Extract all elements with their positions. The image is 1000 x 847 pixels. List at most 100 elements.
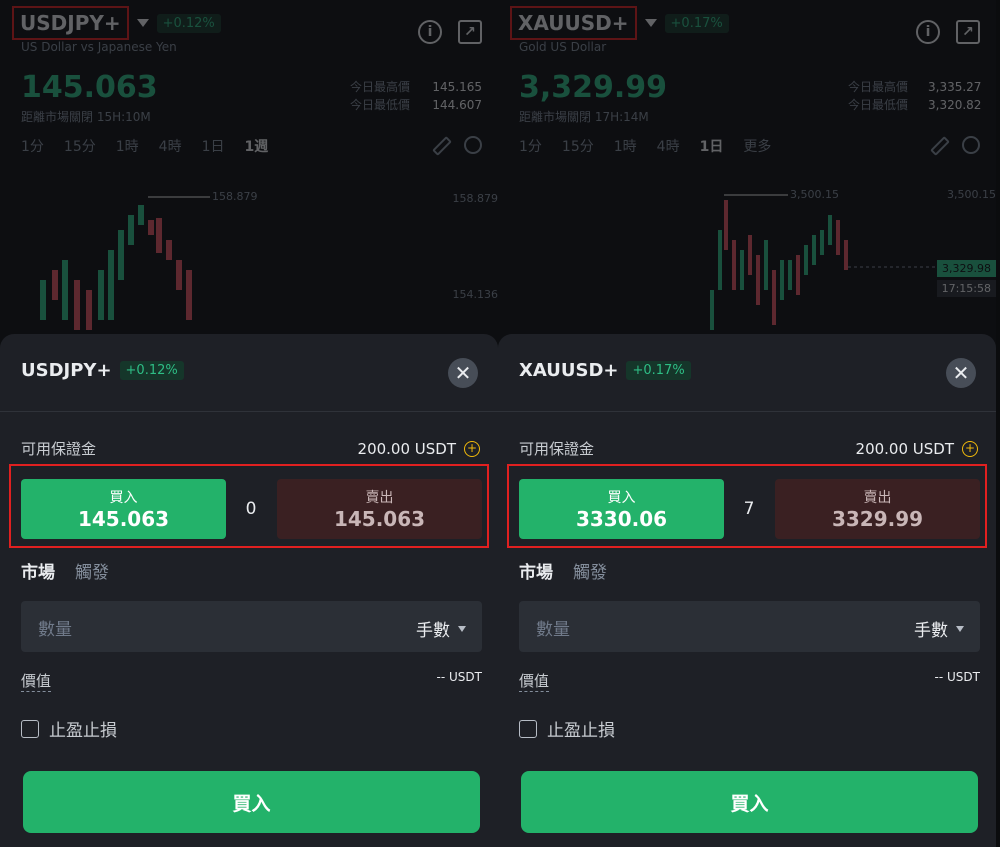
info-icon[interactable]: i: [916, 20, 940, 44]
tab-1h[interactable]: 1時: [614, 136, 637, 156]
unit-selector[interactable]: 手數: [914, 616, 964, 641]
value-amount: -- USDT: [436, 670, 482, 684]
last-price: 145.063: [21, 70, 158, 105]
gear-icon[interactable]: [464, 136, 482, 154]
close-button[interactable]: ✕: [448, 358, 478, 388]
tp-sl-label: 止盈止損: [49, 721, 117, 741]
tp-sl-option[interactable]: 止盈止損: [21, 716, 117, 741]
external-link-icon[interactable]: ↗: [458, 20, 482, 44]
margin-label: 可用保證金: [21, 440, 97, 458]
tab-market[interactable]: 市場: [21, 558, 55, 583]
chevron-down-icon[interactable]: [644, 19, 657, 27]
sell-price-button[interactable]: 賣出 3329.99: [775, 479, 980, 539]
low-label: 今日最低價: [847, 98, 908, 112]
day-high-low: 今日最高價 3,335.27 今日最低價 3,320.82: [847, 78, 981, 114]
candle: [74, 280, 80, 330]
value-row: 價值 -- USDT: [21, 670, 482, 692]
close-button[interactable]: ✕: [946, 358, 976, 388]
chart-svg: [40, 196, 210, 330]
tab-1m[interactable]: 1分: [21, 136, 44, 156]
tab-1m[interactable]: 1分: [519, 136, 542, 156]
tab-trigger[interactable]: 觸發: [75, 558, 109, 583]
y-axis-mid: 154.136: [452, 288, 499, 301]
tab-15m[interactable]: 15分: [64, 136, 96, 156]
order-sheet: XAUUSD+ +0.17% ✕ 可用保證金 200.00 USDT + 買入 …: [498, 334, 996, 847]
candle: [86, 290, 92, 330]
symbol-highlight-box[interactable]: USDJPY+: [12, 6, 129, 40]
available-margin: 可用保證金 200.00 USDT +: [21, 438, 480, 459]
change-badge: +0.12%: [156, 13, 221, 33]
value-label: 價值: [21, 672, 52, 692]
submit-buy-button[interactable]: 買入: [521, 771, 978, 833]
candlestick-chart: 3,500.15 3,500.15 3,329.98 17:15:58: [498, 160, 996, 340]
tp-sl-option[interactable]: 止盈止損: [519, 716, 615, 741]
market-close-info: 距離市場關閉 17H:14M: [519, 110, 649, 124]
chevron-down-icon[interactable]: [136, 19, 149, 27]
external-link-icon[interactable]: ↗: [956, 20, 980, 44]
plus-icon[interactable]: +: [962, 440, 978, 457]
y-axis-top: 3,500.15: [947, 188, 996, 201]
high-label: 今日最高價: [847, 80, 908, 94]
header-actions: i ↗: [418, 20, 482, 44]
tab-1d[interactable]: 1日: [202, 136, 225, 156]
sell-price-button[interactable]: 賣出 145.063: [277, 479, 482, 539]
pencil-icon[interactable]: [432, 136, 452, 156]
symbol-subtitle: Gold US Dollar: [519, 40, 607, 54]
sell-price: 145.063: [333, 507, 426, 531]
order-type-tabs: 市場 觸發: [519, 558, 607, 583]
candle: [52, 270, 58, 300]
buy-price-button[interactable]: 買入 3330.06: [519, 479, 724, 539]
candle: [718, 230, 722, 290]
tab-more[interactable]: 更多: [743, 136, 771, 156]
spread-value: 7: [743, 499, 755, 519]
value-label: 價值: [519, 672, 550, 692]
gear-icon[interactable]: [962, 136, 980, 154]
candle: [812, 235, 816, 265]
tab-4h[interactable]: 4時: [159, 136, 182, 156]
candle: [748, 235, 752, 275]
margin-label: 可用保證金: [519, 440, 595, 458]
checkbox-icon[interactable]: [21, 719, 39, 738]
tab-1d[interactable]: 1日: [700, 136, 724, 156]
chart-tools: [432, 136, 482, 156]
candle: [796, 255, 800, 295]
candle: [62, 260, 68, 320]
tab-market[interactable]: 市場: [519, 558, 553, 583]
sell-label: 賣出: [365, 490, 394, 506]
chart-svg: [710, 194, 938, 330]
tab-1w[interactable]: 1週: [245, 136, 269, 156]
plus-icon[interactable]: +: [464, 440, 480, 457]
candle: [820, 230, 824, 255]
info-icon[interactable]: i: [418, 20, 442, 44]
buy-price-button[interactable]: 買入 145.063: [21, 479, 226, 539]
submit-buy-button[interactable]: 買入: [23, 771, 480, 833]
margin-value: 200.00 USDT: [855, 439, 954, 458]
candle: [148, 220, 154, 235]
tp-sl-label: 止盈止損: [547, 721, 615, 741]
quantity-input[interactable]: 數量 手數: [519, 601, 980, 652]
timeframe-tabs: 1分 15分 1時 4時 1日 1週: [21, 136, 268, 156]
tab-4h[interactable]: 4時: [657, 136, 680, 156]
quantity-placeholder: 數量: [38, 620, 72, 640]
candle: [118, 230, 124, 280]
checkbox-icon[interactable]: [519, 719, 537, 738]
quantity-input[interactable]: 數量 手數: [21, 601, 482, 652]
candle: [804, 245, 808, 275]
chevron-down-icon: [956, 625, 964, 632]
tab-trigger[interactable]: 觸發: [573, 558, 607, 583]
pencil-icon[interactable]: [930, 136, 950, 156]
market-close-info: 距離市場關閉 15H:10M: [21, 110, 151, 124]
value-amount: -- USDT: [934, 670, 980, 684]
candle: [40, 280, 46, 320]
high-value: 145.165: [432, 80, 482, 94]
symbol-header: XAUUSD+ +0.17%: [510, 6, 729, 40]
tab-15m[interactable]: 15分: [562, 136, 594, 156]
comparison-view: USDJPY+ +0.12% US Dollar vs Japanese Yen…: [0, 0, 1000, 847]
symbol-highlight-box[interactable]: XAUUSD+: [510, 6, 637, 40]
candle: [138, 205, 144, 225]
candle: [780, 260, 784, 300]
unit-selector[interactable]: 手數: [416, 616, 466, 641]
sheet-symbol: USDJPY+: [21, 360, 112, 381]
tab-1h[interactable]: 1時: [116, 136, 139, 156]
candle: [166, 240, 172, 260]
